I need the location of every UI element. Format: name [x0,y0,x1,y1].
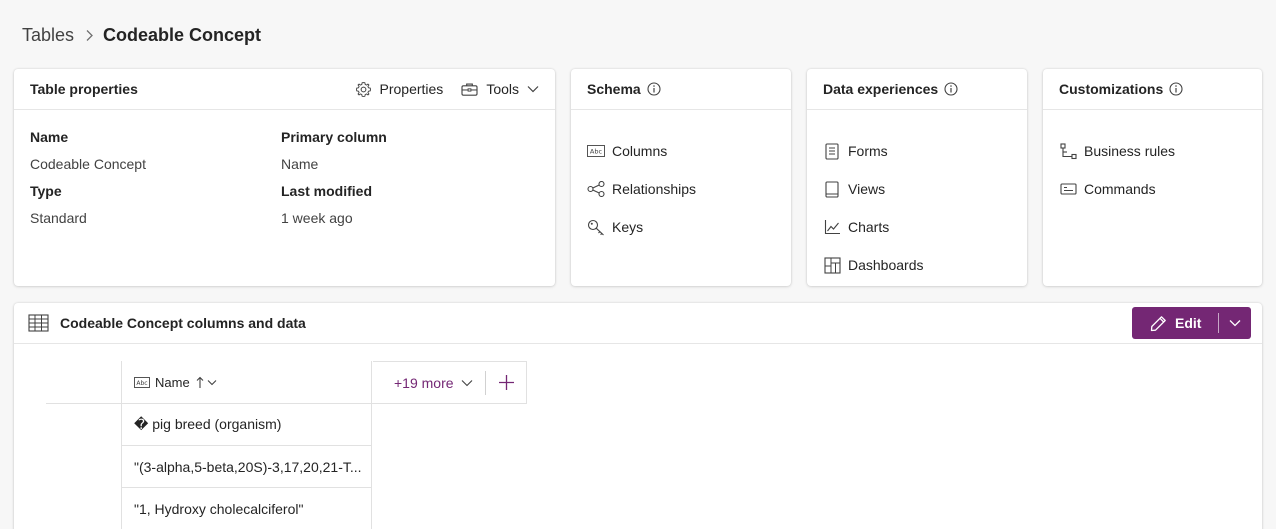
svg-text:Abc: Abc [136,380,147,387]
schema-links: Abc Columns Relationships Keys [571,110,791,246]
data-experiences-card: Data experiences Forms Views Charts Dash… [807,69,1027,286]
customizations-title: Customizations [1059,81,1164,97]
table-row[interactable]: "(3-alpha,5-beta,20S)-3,17,20,21-T... [122,446,371,488]
data-experiences-links: Forms Views Charts Dashboards [807,110,1027,284]
customizations-links: Business rules Commands [1043,110,1262,208]
table-row[interactable]: "1, Hydroxy cholecalciferol" [122,488,371,529]
schema-header: Schema [571,69,791,110]
properties-button-label: Properties [379,81,444,97]
property-type: Type Standard [30,182,281,236]
chevron-down-icon [207,379,217,386]
svg-text:Abc: Abc [590,148,603,156]
relationship-icon [587,180,605,198]
property-value: 1 week ago [281,210,353,226]
properties-button[interactable]: Properties [355,81,444,98]
info-icon[interactable] [944,82,958,96]
more-columns-box: +19 more [373,361,527,404]
customizations-card: Customizations Business rules Commands [1043,69,1262,286]
more-columns-label: +19 more [394,374,454,391]
property-label: Primary column [281,129,387,145]
info-icon[interactable] [647,82,661,96]
edit-dropdown-button[interactable] [1219,319,1251,327]
views-link[interactable]: Views [823,170,1011,208]
commands-link[interactable]: Commands [1059,170,1246,208]
data-experiences-item-label: Views [848,181,886,197]
data-experiences-item-label: Dashboards [848,257,924,273]
gear-icon [355,81,371,97]
more-columns-button[interactable]: +19 more [373,375,485,391]
data-experiences-item-label: Charts [848,219,890,235]
table-properties-header: Table properties Properties Tools [14,69,555,110]
schema-columns-link[interactable]: Abc Columns [587,132,775,170]
edit-button[interactable]: Edit [1132,315,1218,332]
schema-title: Schema [587,81,641,97]
customizations-item-label: Business rules [1084,143,1176,159]
property-last-modified: Last modified 1 week ago [281,182,531,236]
chevron-down-icon [527,86,539,93]
customizations-header: Customizations [1043,69,1262,110]
edit-split-button: Edit [1132,307,1251,339]
data-experiences-header: Data experiences [807,69,1027,110]
schema-relationships-link[interactable]: Relationships [587,170,775,208]
command-icon [1059,180,1077,198]
page-title: Codeable Concept [103,24,262,45]
name-column-header[interactable]: Abc Name [122,361,371,404]
chevron-down-icon [461,379,473,387]
add-column-button[interactable] [486,374,526,391]
schema-item-label: Keys [612,219,644,235]
breadcrumb-separator-icon [85,29,94,42]
dashboard-icon [823,256,841,274]
breadcrumb-tables-link[interactable]: Tables [22,25,74,46]
abc-icon: Abc [587,142,605,160]
property-label: Last modified [281,183,373,199]
property-value: Codeable Concept [30,156,146,172]
sort-ascending-icon [196,376,204,389]
columns-data-title: Codeable Concept columns and data [60,315,306,331]
table-properties-grid: Name Codeable Concept Primary column Nam… [14,110,555,236]
name-column: Abc Name � pig breed (organism) "(3-alph… [121,361,372,529]
property-value: Name [281,156,319,172]
business-rule-icon [1059,142,1077,160]
property-primary-column: Primary column Name [281,128,531,182]
table-row[interactable]: � pig breed (organism) [122,404,371,446]
chevron-down-icon [1229,320,1241,327]
edit-button-label: Edit [1175,315,1202,331]
info-icon[interactable] [1169,82,1183,96]
property-name: Name Codeable Concept [30,128,281,182]
table-icon [28,314,49,332]
schema-item-label: Relationships [612,181,697,197]
view-icon [823,180,841,198]
data-experiences-title: Data experiences [823,81,939,97]
schema-card: Schema Abc Columns Relationships Keys [571,69,791,286]
charts-link[interactable]: Charts [823,208,1011,246]
table-properties-title: Table properties [30,81,138,97]
tools-button[interactable]: Tools [461,81,539,97]
chart-icon [823,218,841,236]
breadcrumb: Tables Codeable Concept [22,22,261,48]
key-icon [587,218,605,236]
forms-link[interactable]: Forms [823,132,1011,170]
property-value: Standard [30,210,87,226]
schema-item-label: Columns [612,143,668,159]
schema-keys-link[interactable]: Keys [587,208,775,246]
data-experiences-item-label: Forms [848,143,888,159]
table-properties-card: Table properties Properties Tools Name C… [14,69,555,286]
columns-data-header: Codeable Concept columns and data [14,303,1262,344]
form-icon [823,142,841,160]
dashboards-link[interactable]: Dashboards [823,246,1011,284]
toolbox-icon [461,83,478,96]
abc-icon: Abc [134,376,150,388]
columns-data-card: Codeable Concept columns and data Edit A… [14,303,1262,529]
plus-icon [498,375,514,390]
property-label: Type [30,183,62,199]
property-label: Name [30,129,69,145]
name-column-label: Name [155,374,190,390]
customizations-item-label: Commands [1084,181,1156,197]
pencil-icon [1150,315,1166,331]
business-rules-link[interactable]: Business rules [1059,132,1246,170]
tools-button-label: Tools [486,81,519,97]
